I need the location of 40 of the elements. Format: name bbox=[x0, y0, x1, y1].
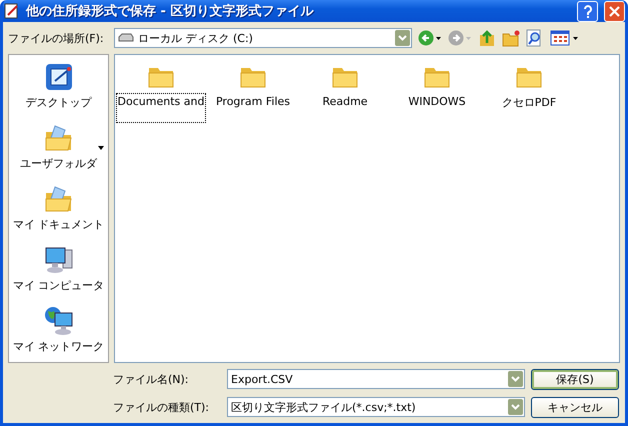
dropdown-button[interactable] bbox=[508, 399, 523, 415]
folder-item[interactable]: Documents and bbox=[116, 93, 206, 123]
chevron-down-icon bbox=[398, 35, 407, 41]
network-computer-icon bbox=[42, 305, 74, 337]
places-item[interactable]: マイ ネットワーク bbox=[12, 305, 104, 354]
chevron-down-icon bbox=[511, 376, 520, 382]
view-menu-icon[interactable] bbox=[550, 30, 580, 46]
places-item[interactable]: デスクトップ bbox=[26, 61, 92, 110]
location-dropdown[interactable]: ローカル ディスク (C:) bbox=[114, 28, 412, 48]
places-item[interactable]: ユーザフォルダ bbox=[20, 122, 97, 171]
filetype-field[interactable]: 区切り文字形式ファイル(*.csv;*.txt) bbox=[227, 397, 525, 417]
window-title: 他の住所録形式で保存 - 区切り文字形式ファイル bbox=[26, 2, 315, 20]
field-label: ファイルの種類(T): bbox=[113, 400, 210, 414]
field-label: ファイル名(N): bbox=[113, 372, 190, 386]
cancel-button[interactable]: キャンセル bbox=[531, 396, 619, 418]
question-mark-icon bbox=[582, 4, 592, 18]
up-folder-icon[interactable] bbox=[478, 29, 496, 47]
text-input[interactable]: 区切り文字形式ファイル(*.csv;*.txt) bbox=[231, 398, 504, 416]
save-button[interactable]: 保存(S) bbox=[531, 368, 619, 390]
forward-icon[interactable] bbox=[448, 30, 472, 46]
dropdown-button[interactable] bbox=[395, 30, 410, 46]
filename-field[interactable]: Export.CSV bbox=[227, 369, 525, 389]
text-input[interactable]: Export.CSV bbox=[231, 370, 504, 388]
back-icon[interactable] bbox=[418, 30, 442, 46]
dropdown-arrow-icon[interactable] bbox=[98, 146, 104, 150]
help-button[interactable] bbox=[577, 0, 598, 22]
drive-icon bbox=[118, 33, 134, 43]
folder-item[interactable]: クセロPDF bbox=[500, 93, 558, 125]
close-icon bbox=[609, 6, 620, 16]
folder-item[interactable]: Program Files bbox=[214, 93, 292, 123]
location-label: ファイルの場所(F): bbox=[8, 30, 105, 46]
chevron-down-icon bbox=[511, 404, 520, 410]
places-item[interactable]: マイ コンピュータ bbox=[12, 244, 104, 293]
places-item[interactable]: マイ ドキュメント bbox=[12, 183, 104, 232]
app-icon bbox=[4, 3, 20, 19]
new-folder-icon[interactable] bbox=[502, 29, 520, 47]
dropdown-button[interactable] bbox=[508, 371, 523, 387]
close-button[interactable] bbox=[604, 0, 625, 22]
folder-item[interactable]: Readme bbox=[320, 93, 370, 123]
folder-item[interactable]: WINDOWS bbox=[406, 93, 468, 123]
